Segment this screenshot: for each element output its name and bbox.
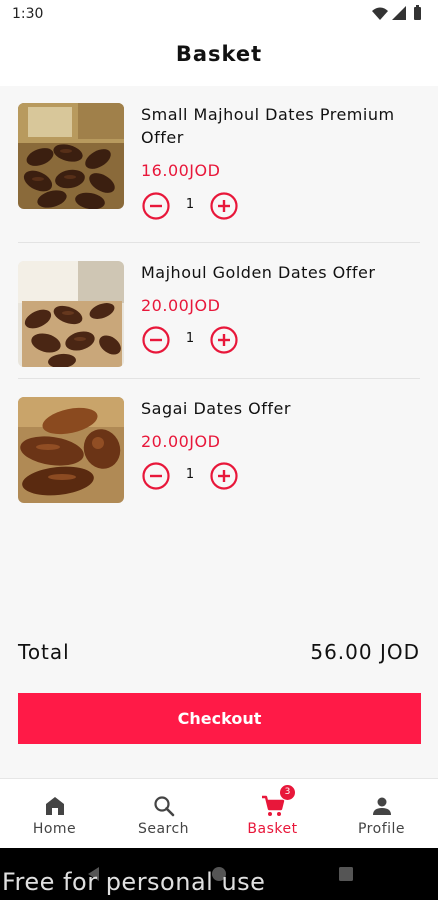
status-time: 1:30 bbox=[12, 6, 44, 22]
product-name[interactable]: Majhoul Golden Dates Offer bbox=[141, 261, 421, 284]
watermark-text: Free for personal use bbox=[2, 868, 266, 896]
quantity-stepper: 1 bbox=[141, 191, 241, 221]
product-name[interactable]: Small Majhoul Dates Premium Offer bbox=[141, 103, 421, 149]
home-icon bbox=[46, 797, 64, 815]
quantity-value: 1 bbox=[185, 197, 195, 212]
header: Basket bbox=[0, 28, 438, 86]
nav-label: Basket bbox=[247, 821, 298, 837]
decrease-quantity-button[interactable] bbox=[141, 191, 171, 221]
product-name[interactable]: Sagai Dates Offer bbox=[141, 397, 421, 420]
person-icon bbox=[373, 797, 391, 815]
quantity-value: 1 bbox=[185, 331, 195, 346]
decrease-quantity-button[interactable] bbox=[141, 461, 171, 491]
divider bbox=[18, 242, 420, 243]
total-value: 56.00 JOD bbox=[310, 640, 420, 664]
decrease-quantity-button[interactable] bbox=[141, 325, 171, 355]
nav-label: Search bbox=[137, 821, 190, 837]
search-icon bbox=[154, 796, 175, 817]
basket-item: Majhoul Golden Dates Offer 20.00JOD 1 bbox=[0, 245, 438, 381]
wifi-icon bbox=[372, 7, 388, 20]
bottom-nav: Home Search 3 Basket Profile bbox=[0, 778, 438, 849]
increase-quantity-button[interactable] bbox=[209, 191, 239, 221]
nav-item-home[interactable]: Home bbox=[0, 779, 109, 849]
status-bar: 1:30 bbox=[0, 0, 438, 28]
recents-icon[interactable] bbox=[336, 864, 356, 884]
product-price: 20.00JOD bbox=[141, 296, 221, 315]
product-price: 16.00JOD bbox=[141, 161, 221, 180]
product-price: 20.00JOD bbox=[141, 432, 221, 451]
product-image bbox=[18, 261, 124, 367]
checkout-button[interactable]: Checkout bbox=[18, 693, 421, 744]
nav-label: Profile bbox=[357, 821, 406, 837]
page-title: Basket bbox=[175, 42, 263, 66]
status-icons bbox=[372, 5, 421, 20]
nav-item-profile[interactable]: Profile bbox=[327, 779, 436, 849]
basket-item: Sagai Dates Offer 20.00JOD 1 bbox=[0, 381, 438, 517]
increase-quantity-button[interactable] bbox=[209, 325, 239, 355]
product-image bbox=[18, 103, 124, 209]
signal-icon bbox=[392, 6, 406, 20]
quantity-value: 1 bbox=[185, 467, 195, 482]
increase-quantity-button[interactable] bbox=[209, 461, 239, 491]
nav-item-search[interactable]: Search bbox=[109, 779, 218, 849]
product-image bbox=[18, 397, 124, 503]
nav-label: Home bbox=[32, 821, 77, 837]
nav-item-basket[interactable]: 3 Basket bbox=[218, 779, 327, 849]
cart-count-badge: 3 bbox=[280, 785, 295, 800]
quantity-stepper: 1 bbox=[141, 461, 241, 491]
battery-icon bbox=[414, 5, 421, 20]
basket-item: Small Majhoul Dates Premium Offer 16.00J… bbox=[0, 87, 438, 223]
divider bbox=[18, 378, 420, 379]
quantity-stepper: 1 bbox=[141, 325, 241, 355]
total-label: Total bbox=[18, 640, 70, 664]
